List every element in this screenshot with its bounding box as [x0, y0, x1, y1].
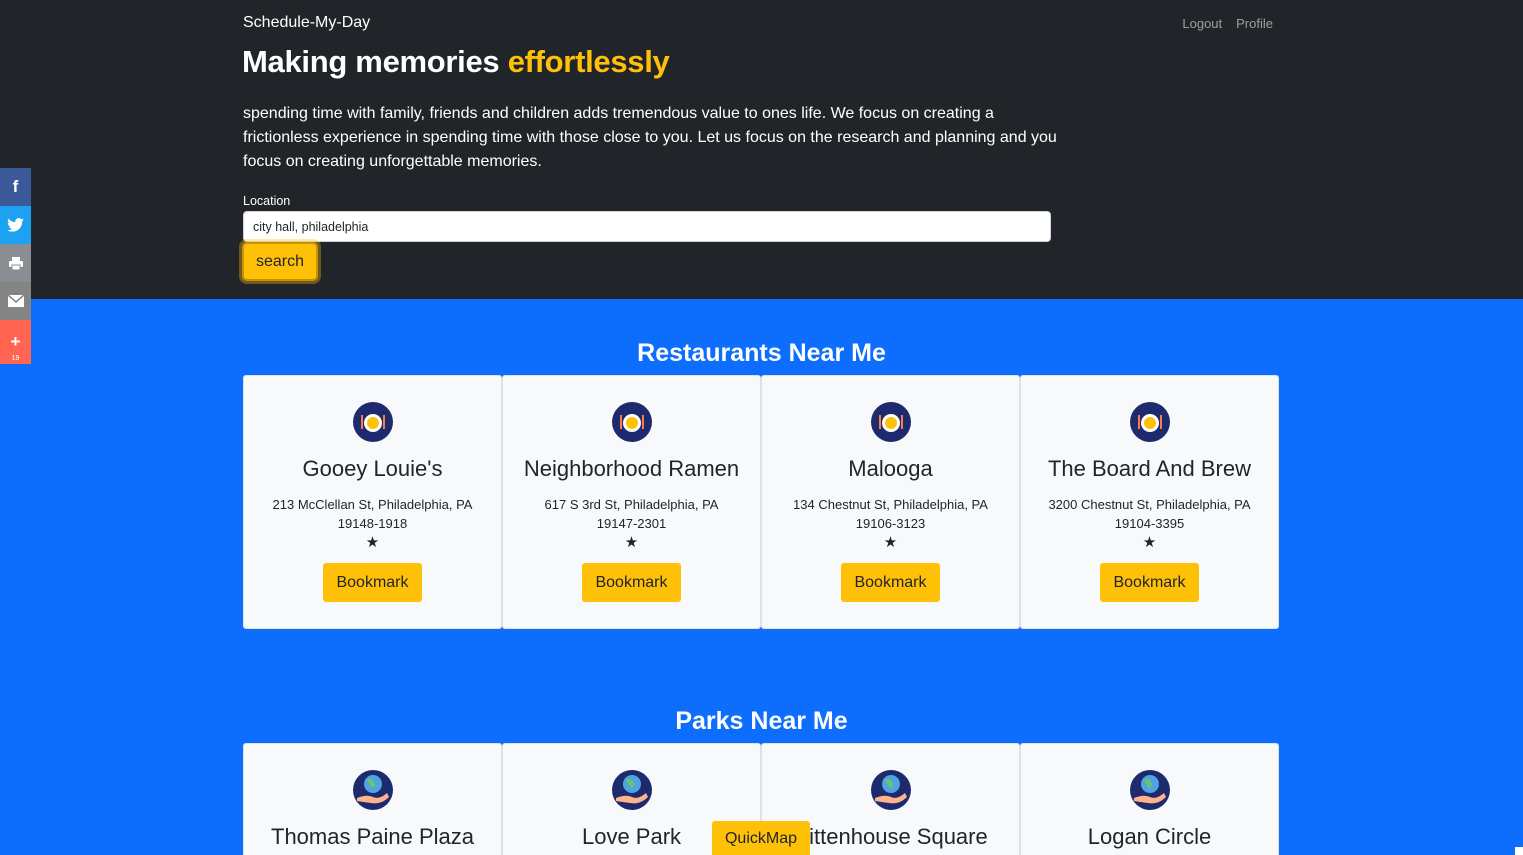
rating-star: ★ [624, 534, 639, 551]
restaurant-name: Neighborhood Ramen [523, 456, 740, 481]
globe-hand-icon [870, 770, 911, 810]
globe-hand-icon [611, 770, 652, 810]
logout-link[interactable]: Logout [1182, 16, 1222, 31]
plate-icon [1129, 402, 1170, 442]
restaurant-address: 213 McClellan St, Philadelphia, PA 19148… [272, 497, 473, 531]
park-card: Logan Circle [1020, 743, 1279, 855]
bookmark-button[interactable]: Bookmark [323, 563, 422, 602]
hero-section: Schedule-My-Day Logout Profile Making me… [0, 0, 1523, 299]
rating-star: ★ [365, 534, 380, 551]
bookmark-button[interactable]: Bookmark [1100, 563, 1199, 602]
email-icon[interactable] [0, 282, 31, 320]
restaurant-name: The Board And Brew [1047, 456, 1251, 481]
globe-hand-icon [352, 770, 393, 810]
bookmark-button[interactable]: Bookmark [582, 563, 681, 602]
intro-text: spending time with family, friends and c… [243, 105, 1057, 170]
restaurant-address: 3200 Chestnut St, Philadelphia, PA 19104… [1048, 497, 1251, 531]
plate-icon [870, 402, 911, 442]
bookmark-button[interactable]: Bookmark [841, 563, 940, 602]
page-headline: Making memories effortlessly [242, 44, 670, 79]
location-input[interactable] [243, 211, 1051, 242]
plate-icon [611, 402, 652, 442]
rating-star: ★ [883, 534, 898, 551]
restaurant-card: The Board And Brew 3200 Chestnut St, Phi… [1020, 375, 1279, 629]
park-name: Logan Circle [1087, 824, 1212, 849]
restaurant-name: Malooga [848, 456, 933, 481]
restaurant-card: Gooey Louie's 213 McClellan St, Philadel… [243, 375, 502, 629]
share-bar: f +19 [0, 168, 31, 364]
restaurants-title: Restaurants Near Me [637, 339, 886, 367]
print-icon[interactable] [0, 244, 31, 282]
profile-link[interactable]: Profile [1236, 16, 1273, 31]
rating-star: ★ [1142, 534, 1157, 551]
brand-link[interactable]: Schedule-My-Day [243, 14, 370, 32]
restaurant-name: Gooey Louie's [302, 456, 443, 481]
location-label: Location [243, 194, 291, 208]
parks-title: Parks Near Me [675, 707, 848, 735]
restaurant-address: 134 Chestnut St, Philadelphia, PA 19106-… [793, 497, 988, 531]
globe-hand-icon [1129, 770, 1170, 810]
restaurant-card: Neighborhood Ramen 617 S 3rd St, Philade… [502, 375, 761, 629]
plate-icon [352, 402, 393, 442]
restaurant-card: Malooga 134 Chestnut St, Philadelphia, P… [761, 375, 1020, 629]
restaurant-address: 617 S 3rd St, Philadelphia, PA 19147-230… [544, 497, 719, 531]
quickmap-button[interactable]: QuickMap [712, 821, 810, 855]
park-name: Thomas Paine Plaza [271, 824, 474, 849]
window-corner [1515, 847, 1523, 855]
park-card: Thomas Paine Plaza [243, 743, 502, 855]
facebook-icon[interactable]: f [0, 168, 31, 206]
search-button[interactable]: search [242, 242, 318, 281]
top-nav: Logout Profile [1182, 16, 1273, 31]
restaurant-cards: Gooey Louie's 213 McClellan St, Philadel… [243, 375, 1279, 629]
headline-accent: effortlessly [507, 44, 670, 79]
twitter-icon[interactable] [0, 206, 31, 244]
